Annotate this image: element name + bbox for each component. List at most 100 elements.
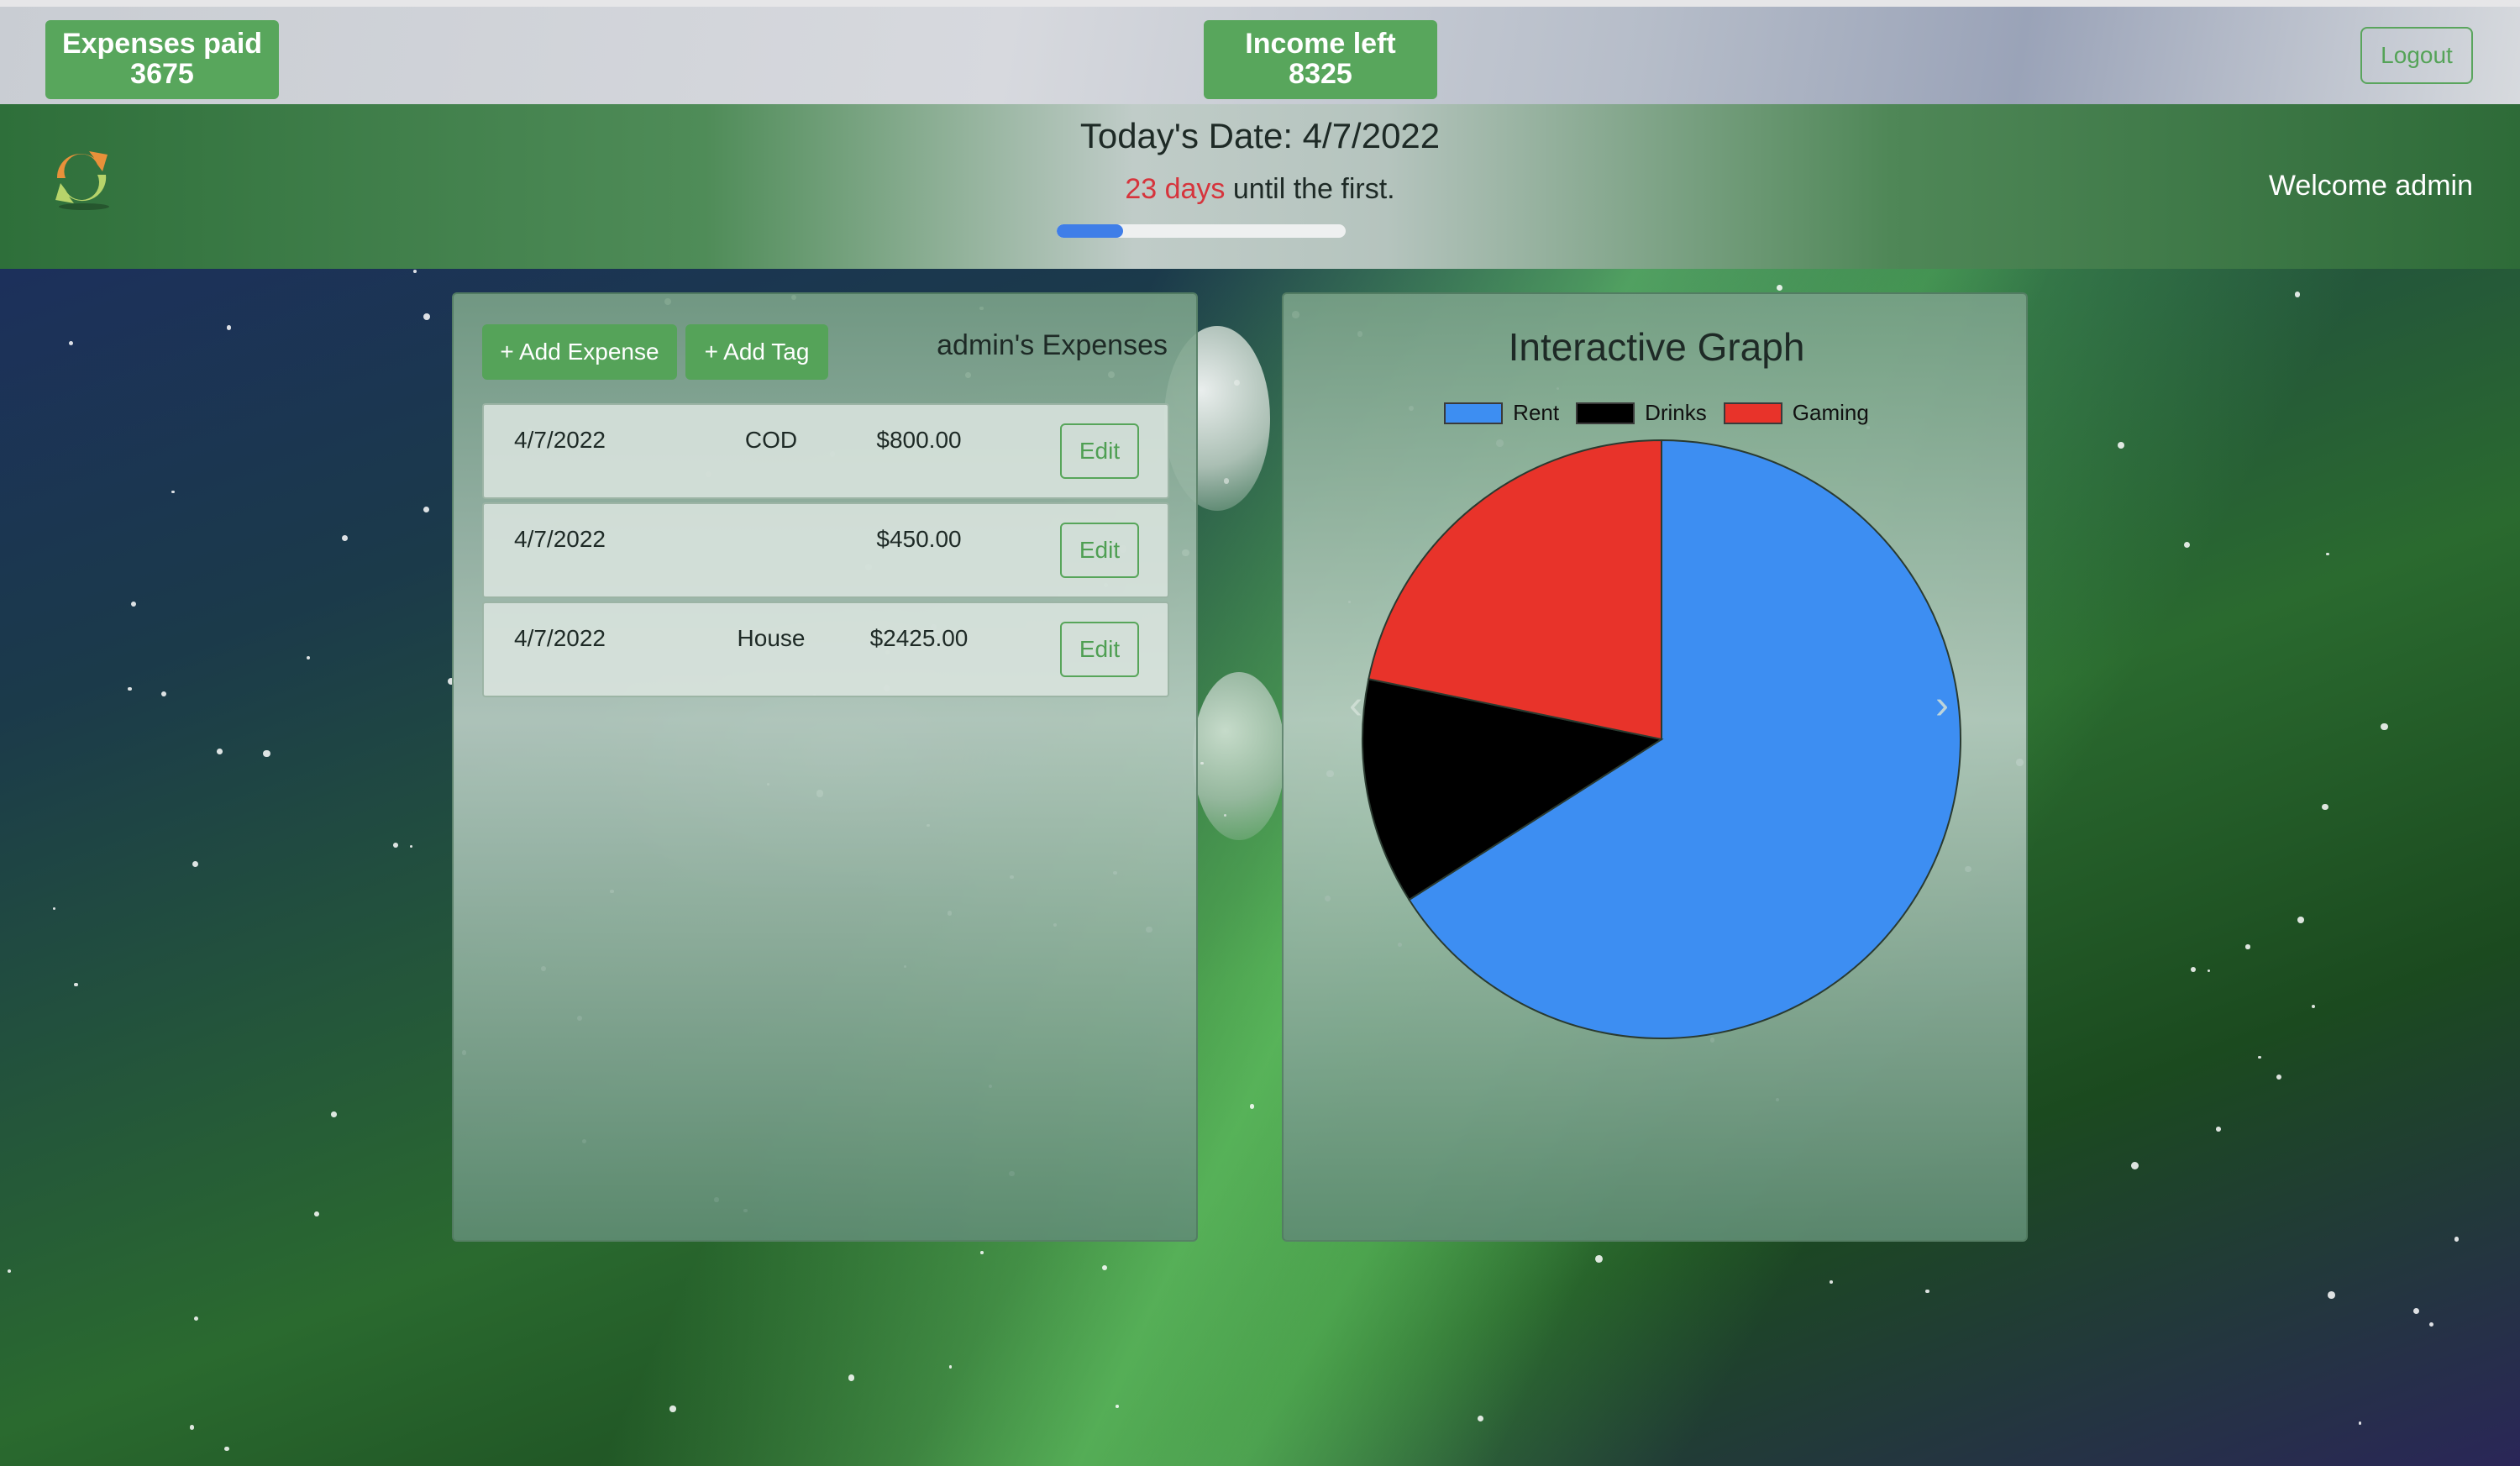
expense-row: 4/7/2022 $450.00 Edit bbox=[482, 502, 1169, 598]
star-decoration bbox=[2381, 722, 2388, 731]
income-left-badge: Income left 8325 bbox=[1204, 20, 1437, 99]
add-expense-button[interactable]: + Add Expense bbox=[482, 324, 677, 380]
days-count: 23 days bbox=[1125, 173, 1226, 205]
expense-tag: House bbox=[737, 625, 806, 651]
star-decoration bbox=[7, 1269, 11, 1273]
until-first-text: until the first. bbox=[1225, 173, 1395, 205]
star-decoration bbox=[217, 748, 223, 754]
star-decoration bbox=[423, 507, 430, 513]
star-decoration bbox=[669, 1406, 676, 1412]
legend-label: Gaming bbox=[1792, 400, 1869, 425]
month-progress-fill bbox=[1057, 224, 1124, 238]
todays-date-title: Today's Date: 4/7/2022 bbox=[1079, 116, 1441, 155]
star-decoration bbox=[2245, 944, 2250, 949]
expense-amount: $450.00 bbox=[876, 526, 962, 552]
expense-date: 4/7/2022 bbox=[514, 526, 606, 552]
star-decoration bbox=[69, 340, 74, 345]
star-decoration bbox=[171, 490, 175, 494]
star-decoration bbox=[74, 982, 79, 987]
month-progress-bar bbox=[1057, 224, 1346, 238]
star-decoration bbox=[979, 1250, 984, 1254]
star-decoration bbox=[1249, 1104, 1255, 1109]
star-decoration bbox=[331, 1111, 337, 1117]
star-decoration bbox=[2328, 1291, 2336, 1300]
star-decoration bbox=[2216, 1127, 2222, 1132]
star-decoration bbox=[948, 1365, 953, 1369]
edit-expense-button[interactable]: Edit bbox=[1060, 523, 1139, 578]
star-decoration bbox=[2322, 803, 2328, 811]
expenses-paid-value: 3675 bbox=[130, 58, 194, 90]
income-left-value: 8325 bbox=[1289, 58, 1352, 90]
star-decoration bbox=[2207, 969, 2211, 973]
star-decoration bbox=[2326, 552, 2329, 556]
star-decoration bbox=[2184, 542, 2190, 549]
star-decoration bbox=[1102, 1265, 1108, 1271]
chevron-right-icon[interactable]: › bbox=[1935, 682, 1949, 728]
star-decoration bbox=[2412, 1308, 2419, 1315]
star-decoration bbox=[2311, 1005, 2315, 1009]
star-decoration bbox=[263, 749, 270, 758]
expense-tag: COD bbox=[744, 427, 798, 453]
star-decoration bbox=[2191, 967, 2196, 973]
edit-expense-button[interactable]: Edit bbox=[1060, 423, 1139, 479]
star-decoration bbox=[1830, 1280, 1833, 1285]
star-decoration bbox=[314, 1211, 319, 1217]
star-decoration bbox=[189, 1425, 195, 1431]
expense-date: 4/7/2022 bbox=[514, 625, 606, 651]
add-tag-button[interactable]: + Add Tag bbox=[685, 324, 828, 380]
header-bar: Today's Date: 4/7/2022 23 days until the… bbox=[0, 104, 2520, 269]
graph-title: Interactive Graph bbox=[1508, 325, 1805, 369]
expense-date: 4/7/2022 bbox=[514, 427, 606, 453]
expenses-paid-label: Expenses paid bbox=[61, 28, 263, 60]
star-decoration bbox=[226, 325, 232, 331]
star-decoration bbox=[1116, 1405, 1119, 1409]
star-decoration bbox=[130, 601, 136, 607]
star-decoration bbox=[52, 907, 56, 911]
star-decoration bbox=[2358, 1421, 2362, 1425]
expense-amount: $2425.00 bbox=[869, 625, 969, 651]
star-decoration bbox=[1595, 1254, 1604, 1263]
expense-amount: $800.00 bbox=[876, 427, 962, 453]
chart-legend[interactable]: Rent Drinks Gaming bbox=[1284, 400, 2029, 426]
graph-panel: Interactive Graph Rent Drinks Gaming ‹ › bbox=[1282, 292, 2028, 1242]
legend-swatch bbox=[1444, 402, 1504, 424]
star-decoration bbox=[413, 270, 417, 274]
legend-item-drinks[interactable]: Drinks bbox=[1576, 400, 1707, 426]
star-decoration bbox=[2294, 292, 2301, 297]
expenses-panel-title: admin's Expenses bbox=[937, 329, 1168, 361]
star-decoration bbox=[341, 534, 348, 541]
days-until-first: 23 days until the first. bbox=[0, 173, 2520, 206]
expenses-paid-badge: Expenses paid 3675 bbox=[45, 20, 279, 99]
star-decoration bbox=[160, 691, 166, 697]
legend-item-gaming[interactable]: Gaming bbox=[1723, 400, 1869, 426]
star-decoration bbox=[192, 861, 198, 868]
star-decoration bbox=[128, 686, 132, 691]
legend-swatch bbox=[1576, 402, 1635, 424]
star-decoration bbox=[2297, 917, 2304, 923]
legend-item-rent[interactable]: Rent bbox=[1444, 400, 1559, 426]
star-decoration bbox=[1776, 285, 1782, 292]
star-decoration bbox=[193, 1316, 198, 1321]
star-decoration bbox=[2428, 1322, 2434, 1327]
logout-button[interactable]: Logout bbox=[2360, 27, 2473, 84]
expense-row: 4/7/2022 COD $800.00 Edit bbox=[482, 403, 1169, 499]
edit-expense-button[interactable]: Edit bbox=[1060, 622, 1139, 677]
star-decoration bbox=[1478, 1416, 1484, 1422]
star-decoration bbox=[224, 1446, 230, 1452]
top-bar: Expenses paid 3675 Income left 8325 Logo… bbox=[0, 0, 2520, 104]
star-decoration bbox=[2257, 1055, 2261, 1059]
star-decoration bbox=[2130, 1161, 2139, 1169]
income-left-label: Income left bbox=[1245, 28, 1396, 60]
star-decoration bbox=[306, 655, 311, 660]
star-decoration bbox=[848, 1374, 855, 1381]
legend-swatch bbox=[1723, 402, 1782, 424]
legend-label: Drinks bbox=[1645, 400, 1707, 425]
star-decoration bbox=[2276, 1075, 2282, 1080]
chevron-left-icon[interactable]: ‹ bbox=[1349, 682, 1362, 728]
star-decoration bbox=[393, 843, 398, 848]
expense-pie-chart[interactable] bbox=[1359, 437, 1964, 1042]
decorative-orb bbox=[1193, 672, 1285, 840]
star-decoration bbox=[423, 313, 431, 320]
welcome-message: Welcome admin bbox=[2268, 170, 2473, 202]
legend-label: Rent bbox=[1513, 400, 1560, 425]
